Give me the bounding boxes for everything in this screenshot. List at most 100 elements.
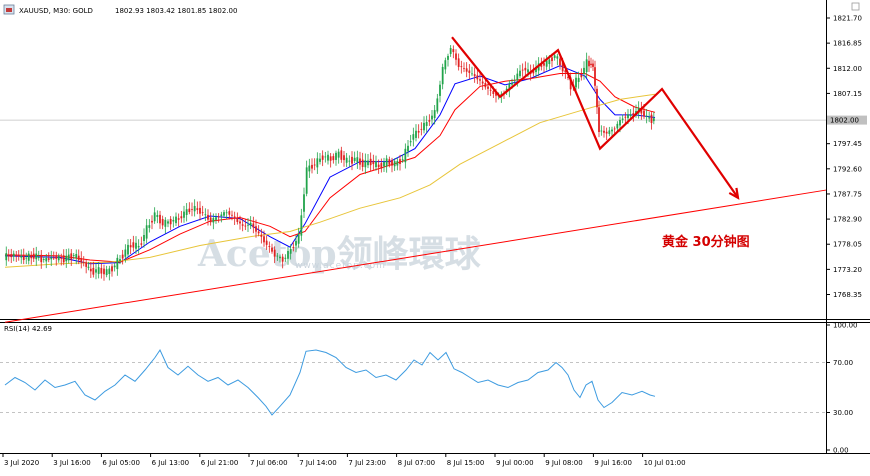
candle-body [116,257,119,270]
candle-body [412,134,415,140]
candle-body [103,268,105,275]
candle-body [393,161,396,167]
candle-body [223,212,225,216]
candle-body [164,219,167,227]
candle-body [167,221,169,224]
candle-body [447,55,449,60]
candle-body [308,165,311,172]
candle-body [361,159,364,167]
candle-body [303,194,305,212]
current-price-tag: 1802.00 [827,115,867,125]
candle-body [556,56,559,59]
watermark-url: www.acetop.com [295,261,386,271]
candle-body [621,118,624,120]
candle-body [479,79,481,81]
time-tick-label: 8 Jul 07:00 [398,459,436,467]
candle-body [481,81,484,84]
candle-body [643,110,645,117]
candle-body [577,77,580,82]
candle-body [241,224,244,226]
rsi-tick-label: 30.00 [833,409,853,417]
candle-body [27,253,30,261]
candle-body [204,214,207,216]
candle-body [460,66,463,68]
candle-body [611,129,613,132]
candle-body [35,253,38,260]
candle-body [199,207,201,214]
candle-body [263,236,265,243]
candle-body [399,159,401,164]
candle-body [40,254,43,263]
candle-body [209,217,212,223]
candle-body [75,253,78,258]
candle-body [527,69,529,73]
candle-body [57,255,60,261]
candle-body [249,222,252,226]
candle-body [345,157,348,163]
candle-body [380,163,383,169]
candle-body [431,115,433,120]
price-axis: 1821.70 1816.85 1812.00 1807.15 1802.00 1797.… [826,15,862,299]
candle-body [111,266,113,272]
time-axis: 3 Jul 2020 3 Jul 16:00 6 Jul 05:00 6 Jul 13… [2,453,686,467]
candle-body [605,131,608,134]
candle-body [585,59,588,72]
chart-svg: Acetop领峰環球 www.acetop.com 黄金 30分钟图 XAUUS… [0,0,870,467]
candle-body [332,156,335,161]
candle-body [45,258,48,262]
candle-body [65,255,68,262]
candle-body [42,259,45,260]
candle-body [423,122,425,131]
candle-body [383,161,385,167]
candle-body [193,205,196,212]
candle-body [113,265,116,268]
candle-body [172,219,175,222]
candle-body [648,117,651,119]
candle-body [82,262,85,263]
candle-body [580,74,583,78]
candle-body [343,155,345,161]
candle-body [25,257,28,259]
candle-body [367,160,369,166]
candle-body [30,255,33,259]
candle-body [228,211,231,215]
candle-body [391,160,393,166]
candle-body [465,68,468,72]
candle-body [159,214,161,224]
candle-body [319,158,321,162]
candle-body [545,60,548,67]
candle-body [444,60,447,70]
candle-body [372,160,375,165]
candle-body [212,218,215,223]
candle-body [359,158,361,165]
time-tick-label: 6 Jul 21:00 [201,459,239,467]
candle-body [281,256,284,262]
candle-body [524,67,527,71]
candle-body [473,74,476,77]
candle-body [513,80,516,81]
candle-body [452,49,455,53]
candle-body [337,151,340,158]
rsi-label: RSI(14) 42.69 [4,325,52,333]
current-price-tag-label: 1802.00 [830,117,859,125]
candle-body [70,253,73,260]
candle-body [433,110,436,118]
candle-body [650,114,653,123]
candle-body [619,119,621,126]
candle-body [143,235,145,242]
candle-body [516,73,519,81]
candle-body [257,231,260,234]
candle-body [305,167,308,194]
candle-body [551,57,553,62]
candle-body [47,258,50,260]
candle-body [268,246,271,247]
candle-body [148,225,151,228]
candle-body [17,255,20,257]
candle-body [225,212,228,214]
time-tick-label: 8 Jul 15:00 [447,459,485,467]
candle-body [588,60,590,67]
candle-body [7,255,10,257]
price-tick-label: 1792.60 [833,165,862,173]
candle-body [97,267,100,274]
candle-body [476,75,479,80]
